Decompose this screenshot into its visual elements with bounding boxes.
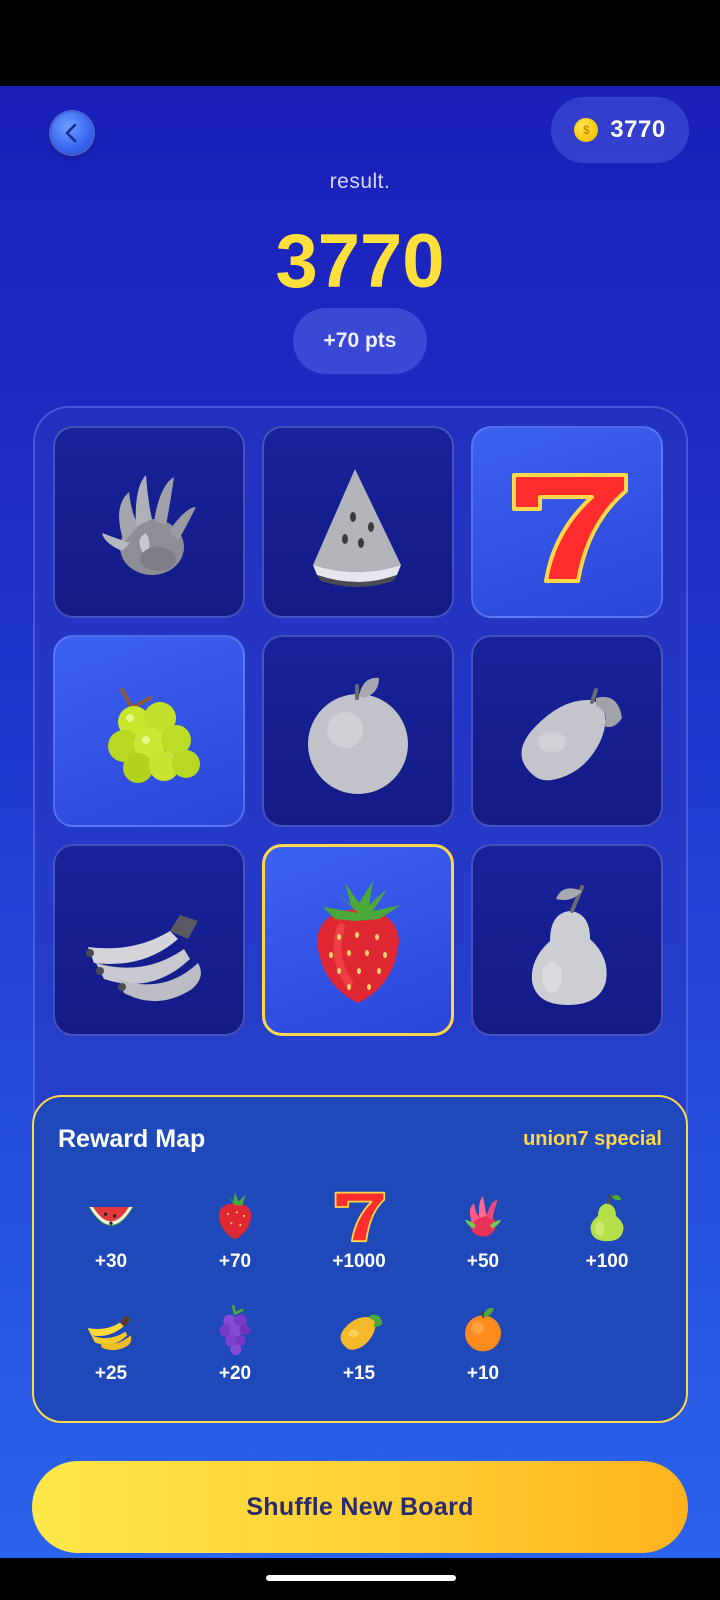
reward-value: +25 bbox=[94, 1363, 128, 1384]
reward-map-title: Reward Map bbox=[58, 1125, 206, 1153]
board-tile-dragon-fruit[interactable] bbox=[53, 426, 245, 618]
reward-item-orange: +10 bbox=[433, 1301, 533, 1401]
strawberry-icon bbox=[218, 1192, 252, 1240]
chevron-left-icon bbox=[65, 123, 77, 143]
reward-item-watermelon: +30 bbox=[61, 1189, 161, 1289]
pear-icon bbox=[590, 1193, 624, 1242]
home-indicator[interactable] bbox=[266, 1575, 456, 1581]
reward-value: +70 bbox=[218, 1251, 252, 1272]
fruit-board bbox=[33, 406, 688, 1147]
mango-icon bbox=[521, 688, 622, 781]
watermelon-icon bbox=[87, 1205, 135, 1226]
reward-item-dragon-fruit: +50 bbox=[433, 1189, 533, 1289]
coin-balance-pill: $ 3770 bbox=[551, 97, 689, 163]
coin-balance: 3770 bbox=[610, 116, 666, 143]
reward-value: +20 bbox=[218, 1363, 252, 1384]
orange-icon bbox=[465, 1307, 501, 1352]
game-screen: $ 3770 result. 3770 +70 pts Reward Map u… bbox=[0, 86, 720, 1558]
banana-icon bbox=[87, 1315, 132, 1351]
orange-icon bbox=[308, 677, 408, 794]
watermelon-icon bbox=[313, 469, 401, 587]
gold-coin-icon: $ bbox=[574, 118, 599, 142]
board-tile-mango[interactable] bbox=[471, 635, 663, 827]
points-gained-badge: +70 pts bbox=[293, 308, 427, 374]
dragon-fruit-icon bbox=[465, 1196, 501, 1237]
board-tile-watermelon[interactable] bbox=[262, 426, 454, 618]
reward-item-pear: +100 bbox=[557, 1189, 657, 1289]
reward-item-strawberry: +70 bbox=[185, 1189, 285, 1289]
reward-item-mango: +15 bbox=[309, 1301, 409, 1401]
reward-item-seven: +1000 bbox=[309, 1189, 409, 1289]
back-button[interactable] bbox=[51, 112, 93, 154]
strawberry-icon bbox=[317, 881, 401, 1003]
reward-item-banana: +25 bbox=[61, 1301, 161, 1401]
shuffle-new-board-button[interactable]: Shuffle New Board bbox=[32, 1461, 688, 1553]
reward-value: +15 bbox=[342, 1363, 376, 1384]
reward-value: +10 bbox=[466, 1363, 500, 1384]
grapes-icon bbox=[219, 1305, 251, 1355]
reward-value: +30 bbox=[94, 1251, 128, 1272]
result-score: 3770 bbox=[275, 219, 445, 304]
pear-icon bbox=[531, 885, 607, 1005]
lucky-seven-icon bbox=[334, 1191, 386, 1243]
result-label: result. bbox=[329, 170, 391, 193]
banana-icon bbox=[86, 915, 201, 1002]
grapes-icon bbox=[108, 688, 200, 783]
board-tile-orange[interactable] bbox=[262, 635, 454, 827]
board-tile-pear[interactable] bbox=[471, 844, 663, 1036]
lucky-seven-icon bbox=[512, 473, 628, 583]
reward-value: +1000 bbox=[332, 1251, 386, 1272]
dragon-fruit-icon bbox=[102, 475, 196, 575]
reward-value: +100 bbox=[585, 1251, 629, 1272]
reward-map-tag: union7 special bbox=[523, 1128, 662, 1150]
board-tile-strawberry[interactable] bbox=[262, 844, 454, 1036]
reward-item-grapes: +20 bbox=[185, 1301, 285, 1401]
board-tile-seven[interactable] bbox=[471, 426, 663, 618]
reward-value: +50 bbox=[466, 1251, 500, 1272]
mango-icon bbox=[340, 1314, 383, 1350]
reward-map-panel: Reward Map union7 special +30 +70 +1000 … bbox=[32, 1095, 688, 1423]
board-tile-banana[interactable] bbox=[53, 844, 245, 1036]
board-tile-grapes[interactable] bbox=[53, 635, 245, 827]
status-bar bbox=[0, 0, 720, 86]
